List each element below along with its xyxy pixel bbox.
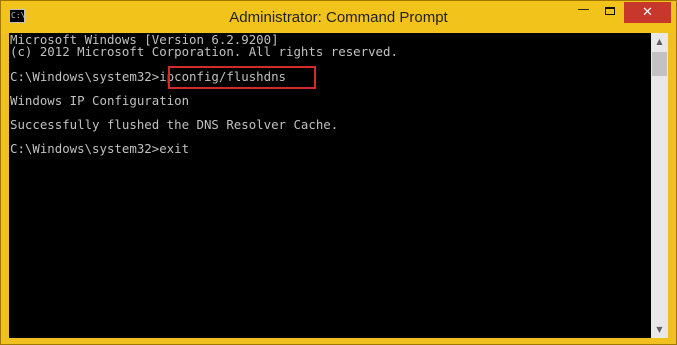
close-icon: ✕ [642,5,653,20]
console-line-exit-command: C:\Windows\system32>exit [10,141,190,156]
title-bar[interactable]: C:\. Administrator: Command Prompt — ✕ [1,1,676,33]
command-highlight-box [168,66,316,89]
command-prompt-window: C:\. Administrator: Command Prompt — ✕ M… [0,0,677,345]
console-output[interactable]: Microsoft Windows [Version 6.2.9200] (c)… [9,33,651,338]
minimize-icon: — [577,2,590,16]
scroll-thumb[interactable] [652,52,667,76]
maximize-icon [605,7,615,15]
console-line-copyright: (c) 2012 Microsoft Corporation. All righ… [10,44,398,59]
vertical-scrollbar[interactable]: ▲ ▼ [651,33,668,338]
scroll-up-icon[interactable]: ▲ [651,33,668,50]
minimize-button[interactable]: — [570,2,597,23]
maximize-button[interactable] [597,2,624,23]
scroll-down-icon[interactable]: ▼ [651,321,668,338]
console-line-ip-configuration: Windows IP Configuration [10,93,190,108]
close-button[interactable]: ✕ [624,2,671,23]
console-line-flush-success: Successfully flushed the DNS Resolver Ca… [10,117,339,132]
